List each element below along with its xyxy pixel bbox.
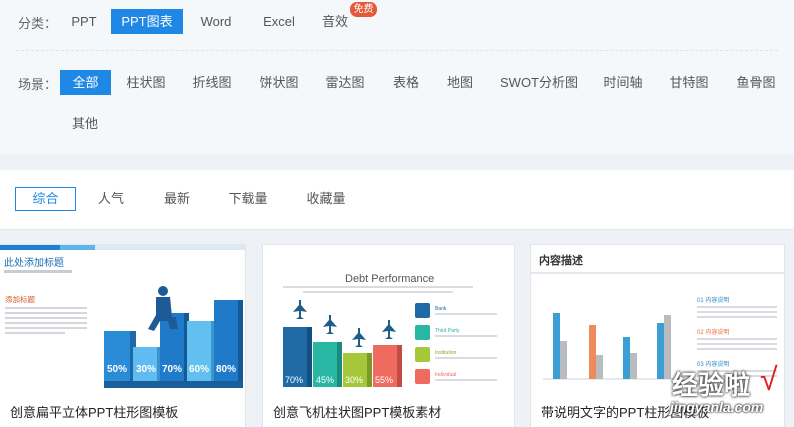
sort-favorites[interactable]: 收藏量 (300, 187, 352, 211)
site-watermark: 经验啦 √ jingyanla.com (652, 361, 794, 427)
sort-comprehensive[interactable]: 综合 (15, 187, 76, 211)
template-card[interactable]: Debt Performance 70% 45% 30% 55% Bank Th… (262, 244, 515, 427)
template-card[interactable]: 此处添加标题 添加标题 50% 30% 70% 60% 80% 创意扁平立体PP… (0, 244, 246, 427)
sort-newest[interactable]: 最新 (156, 187, 198, 211)
sort-bar: 综合 人气 最新 下载量 收藏量 (0, 170, 794, 230)
scene-item-radar[interactable]: 雷达图 (319, 70, 371, 95)
checkmark-icon: √ (760, 361, 778, 397)
scene-filter-row: 场景： 全部 柱状图 折线图 饼状图 雷达图 表格 地图 SWOT分析图 时间轴… (0, 67, 794, 97)
sort-popularity[interactable]: 人气 (90, 187, 132, 211)
thumb-heading: Debt Performance (345, 273, 434, 285)
thumb-item-3: Institution (435, 350, 457, 356)
thumb-heading: 此处添加标题 (4, 256, 64, 269)
scene-item-fishbone[interactable]: 鱼骨图 (730, 70, 782, 95)
scene-item-swot[interactable]: SWOT分析图 (494, 70, 584, 95)
category-item-ppt[interactable]: PPT (58, 9, 110, 34)
scene-item-all[interactable]: 全部 (60, 70, 111, 95)
thumb-heading: 内容描述 (539, 253, 583, 267)
scene-item-table[interactable]: 表格 (385, 70, 427, 95)
thumb-value-4: 55% (375, 375, 393, 385)
free-badge: 免费 (350, 2, 377, 17)
scene-label: 场景： (18, 77, 58, 92)
scene-item-timeline[interactable]: 时间轴 (597, 70, 649, 95)
scene-filter-row-2: 其他 (0, 109, 794, 139)
thumb-value-3: 30% (345, 375, 363, 385)
filter-divider (16, 50, 778, 51)
thumb-value-1: 50% (107, 364, 127, 375)
thumb-item-2: Third Party (435, 328, 460, 334)
thumb-item-4: Individual (435, 372, 456, 378)
scene-item-bar[interactable]: 柱状图 (120, 70, 172, 95)
scene-item-pie[interactable]: 饼状图 (253, 70, 305, 95)
category-item-ppt-chart[interactable]: PPT图表 (111, 9, 183, 34)
scene-item-gantt[interactable]: 甘特图 (663, 70, 715, 95)
thumb-item-1: Bank (435, 306, 447, 312)
thumb-item-1: 01 内容说明 (697, 296, 729, 304)
watermark-title: 经验啦 (672, 371, 751, 401)
thumb-value-4: 60% (189, 364, 209, 375)
card-thumbnail[interactable]: 此处添加标题 添加标题 50% 30% 70% 60% 80% (0, 245, 245, 388)
thumb-subheading: 添加标题 (5, 294, 35, 304)
category-filter-row: 分类： PPT PPT图表 Word Excel 音效 免费 (0, 2, 794, 36)
watermark-url: jingyanla.com (670, 399, 764, 415)
thumb-value-5: 80% (216, 364, 236, 375)
thumb-item-2: 02 内容说明 (697, 328, 729, 336)
category-label: 分类： (18, 16, 58, 31)
section-gap (0, 154, 794, 170)
thumb-value-3: 70% (162, 364, 182, 375)
card-title[interactable]: 创意飞机柱状图PPT模板素材 (273, 402, 441, 421)
thumb-value-1: 70% (285, 375, 303, 385)
card-thumbnail[interactable]: Debt Performance 70% 45% 30% 55% Bank Th… (263, 245, 514, 388)
scene-item-map[interactable]: 地图 (440, 70, 480, 95)
category-item-word[interactable]: Word (188, 9, 244, 34)
category-item-excel[interactable]: Excel (252, 9, 306, 34)
sort-downloads[interactable]: 下载量 (222, 187, 274, 211)
thumb-value-2: 45% (316, 375, 334, 385)
scene-item-line[interactable]: 折线图 (186, 70, 238, 95)
filter-panel: 分类： PPT PPT图表 Word Excel 音效 免费 场景： 全部 柱状… (0, 0, 794, 154)
scene-item-other[interactable]: 其他 (64, 111, 106, 136)
card-title[interactable]: 创意扁平立体PPT柱形图模板 (10, 402, 178, 421)
thumb-value-2: 30% (136, 364, 156, 375)
